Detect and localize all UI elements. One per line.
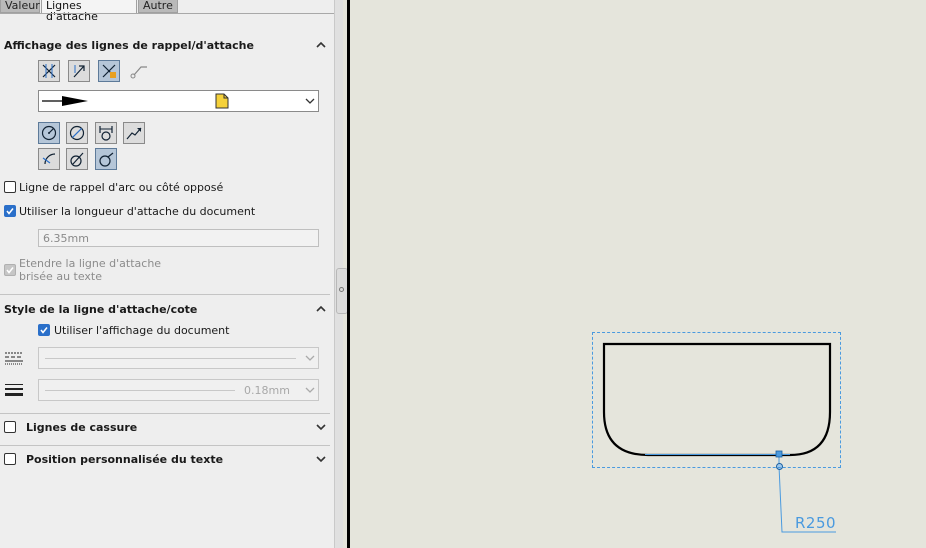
linear-dimension-icon: [99, 126, 113, 141]
linear-dimension-button[interactable]: [95, 122, 117, 144]
property-manager-panel: Valeur Lignes d'attache Autre Affichage …: [0, 0, 334, 548]
tab-valeur-label: Valeur: [5, 0, 40, 12]
radius-leader-button[interactable]: [38, 148, 60, 170]
leader-length-field[interactable]: 6.35mm: [38, 229, 319, 247]
leader-bent-icon: [130, 66, 147, 79]
foreshortened-icon: [126, 127, 142, 140]
line-thickness-dropdown[interactable]: 0.18mm: [38, 379, 319, 401]
leader-style-1-button[interactable]: [38, 60, 60, 82]
checkmark-icon: [6, 208, 14, 215]
extend-broken-checkbox[interactable]: [4, 264, 16, 276]
section-divider: [0, 445, 330, 446]
line-style-preview: [45, 358, 296, 359]
line-style-section-title: Style de la ligne d'attache/cote: [4, 303, 198, 316]
extend-broken-label-line1: Etendre la ligne d'attache: [19, 257, 162, 270]
leader-bent-button[interactable]: [128, 60, 150, 82]
break-lines-checkbox[interactable]: [4, 421, 16, 433]
tab-lignes-attache[interactable]: Lignes d'attache: [41, 0, 137, 22]
use-doc-display-label: Utiliser l'affichage du document: [54, 324, 230, 337]
checkmark-icon: [40, 327, 48, 334]
line-thickness-preview: [45, 390, 235, 391]
opposite-side-checkbox[interactable]: [4, 181, 16, 193]
diameter-open-leader-button[interactable]: [95, 148, 117, 170]
line-thickness-icon: [5, 384, 23, 396]
chevron-down-icon: [305, 387, 315, 393]
chevron-down-icon: [305, 98, 315, 104]
diameter-leader-button[interactable]: [66, 148, 88, 170]
extend-broken-label-line2: brisée au texte: [19, 270, 103, 283]
radius-dimension-icon: [41, 125, 57, 141]
arrow-filled-icon: [42, 96, 88, 106]
opposite-side-label: Ligne de rappel d'arc ou côté opposé: [19, 181, 224, 194]
foreshortened-button[interactable]: [123, 122, 145, 144]
leader-display-section-title: Affichage des lignes de rappel/d'attache: [4, 39, 254, 52]
chevron-up-icon[interactable]: [315, 39, 327, 51]
leader-style-3-icon: [102, 64, 116, 78]
break-lines-title: Lignes de cassure: [26, 421, 138, 434]
diameter-leader-icon: [70, 152, 84, 167]
chevron-down-icon: [305, 355, 315, 361]
section-divider: [0, 413, 330, 414]
chevron-down-icon[interactable]: [315, 421, 327, 433]
diameter-open-leader-icon: [99, 152, 114, 167]
section-divider: [0, 294, 330, 295]
custom-text-position-title: Position personnalisée du texte: [26, 453, 224, 466]
tab-lignes-attache-label: Lignes d'attache: [46, 0, 98, 23]
use-doc-display-checkbox[interactable]: [38, 324, 50, 336]
use-doc-length-checkbox[interactable]: [4, 205, 16, 217]
tab-strip-divider: [0, 13, 334, 14]
leader-style-3-button[interactable]: [98, 60, 120, 82]
line-thickness-value: 0.18mm: [244, 384, 290, 397]
diameter-dimension-button[interactable]: [66, 122, 88, 144]
line-style-icon: [5, 352, 23, 365]
arrow-style-dropdown[interactable]: [38, 90, 319, 112]
file-icon: [215, 93, 229, 109]
tab-autre-label: Autre: [143, 0, 173, 12]
checkmark-icon: [6, 267, 14, 274]
radius-dimension-text[interactable]: R250: [795, 514, 836, 532]
leader-style-2-icon: [73, 65, 85, 78]
leader-style-1-icon: [42, 64, 56, 78]
diameter-dimension-icon: [69, 125, 85, 141]
chevron-down-icon[interactable]: [315, 453, 327, 465]
chevron-up-icon[interactable]: [315, 303, 327, 315]
leader-style-2-button[interactable]: [68, 60, 90, 82]
custom-text-position-checkbox[interactable]: [4, 453, 16, 465]
tab-autre[interactable]: Autre: [138, 0, 178, 13]
selection-box: [592, 332, 841, 468]
radius-leader-icon: [42, 153, 56, 165]
grip-icon: [339, 287, 344, 292]
line-style-dropdown[interactable]: [38, 347, 319, 369]
radius-dimension-button[interactable]: [38, 122, 60, 144]
tab-valeur[interactable]: Valeur: [0, 0, 40, 13]
use-doc-length-label: Utiliser la longueur d'attache du docume…: [19, 205, 256, 218]
